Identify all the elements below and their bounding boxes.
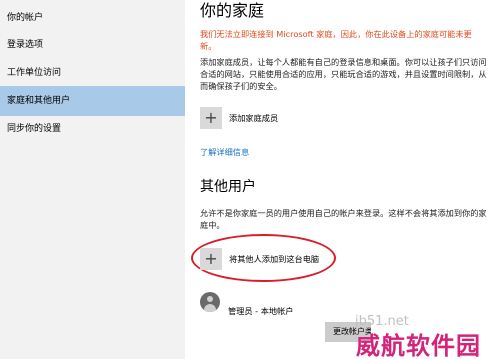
add-other-user-label: 将其他人添加到这台电脑 (229, 254, 320, 264)
local-account-entry[interactable]: 管理员 - 本地帐户 (200, 287, 293, 317)
other-users-description: 允许不是你家庭一员的用户使用自己的帐户来登录。这样不会将其添加到你的家庭中。 (200, 208, 487, 230)
sidebar-item-sync-settings[interactable]: 同步你的设置 (0, 114, 185, 144)
add-other-user-button[interactable]: + 将其他人添加到这台电脑 (200, 248, 319, 270)
user-avatar-icon (200, 292, 220, 312)
learn-more-link[interactable]: 了解详细信息 (200, 146, 249, 158)
watermark-brand: 威航软件园 (356, 332, 481, 359)
family-warning: 我们无法立即连接到 Microsoft 家庭，因此，你在此设备上的家庭可能未更新… (200, 29, 472, 51)
user-role-label: 管理员 - 本地帐户 (228, 306, 294, 316)
sidebar-item-sign-in-options[interactable]: 登录选项 (0, 30, 185, 60)
add-family-member-label: 添加家庭成员 (229, 113, 279, 123)
settings-sidebar: 你的帐户 登录选项 工作单位访问 家庭和其他用户 同步你的设置 (0, 0, 185, 359)
family-heading: 你的家庭 (200, 1, 265, 20)
main-content: 你的家庭 我们无法立即连接到 Microsoft 家庭，因此，你在此设备上的家庭… (185, 0, 500, 359)
sidebar-item-family-other-users[interactable]: 家庭和其他用户 (0, 86, 185, 116)
plus-icon: + (200, 248, 222, 270)
family-description: 添加家庭成员，让每个人都能有自己的登录信息和桌面。你可以让孩子们只访问合适的网站… (200, 57, 487, 91)
sidebar-item-work-access[interactable]: 工作单位访问 (0, 58, 185, 88)
add-family-member-button[interactable]: + 添加家庭成员 (200, 107, 278, 129)
plus-icon: + (200, 107, 222, 129)
other-users-heading: 其他用户 (200, 179, 256, 195)
sidebar-item-your-account[interactable]: 你的帐户 (0, 3, 185, 33)
